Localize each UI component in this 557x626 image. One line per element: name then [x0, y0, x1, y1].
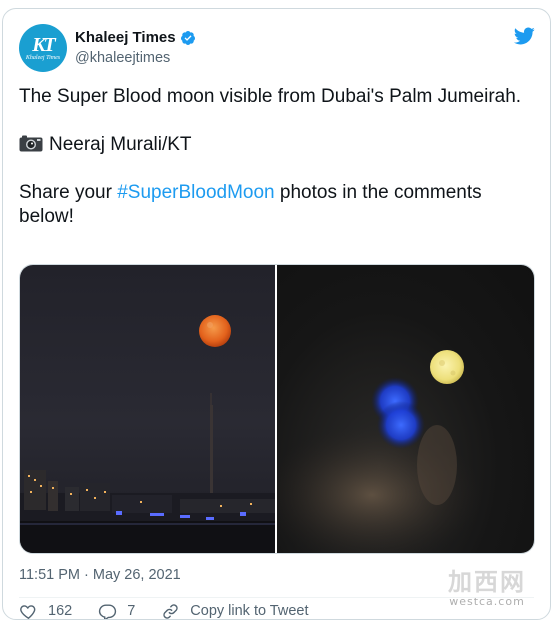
camera-icon [19, 135, 43, 152]
link-icon [163, 603, 178, 619]
twitter-bird-icon[interactable] [512, 25, 536, 47]
avatar[interactable]: KT Khaleej Times [19, 24, 67, 72]
reply-button[interactable]: 7 [98, 602, 136, 619]
tweet-card: KT Khaleej Times Khaleej Times @khaleejt… [2, 8, 551, 620]
like-button[interactable]: 162 [19, 602, 73, 619]
share-prefix: Share your [19, 182, 118, 203]
copy-link-button[interactable]: Copy link to Tweet [161, 602, 309, 619]
tweet-media [19, 264, 535, 554]
tweet-actions: 162 7 Copy link to Tweet [19, 601, 335, 619]
author-names: Khaleej Times @khaleejtimes [75, 28, 196, 68]
share-prompt: Share your #SuperBloodMoon photos in the… [19, 181, 524, 229]
tweet-timestamp[interactable]: 11:51 PM · May 26, 2021 [19, 565, 181, 585]
action-separator [19, 597, 534, 598]
photo-credit: Neeraj Murali/KT [19, 133, 524, 157]
watermark-text: 加西网 [448, 568, 526, 596]
avatar-subtext: Khaleej Times [25, 54, 61, 61]
watermark: 加西网 westca.com [448, 569, 526, 608]
reply-count: 7 [127, 603, 136, 619]
author-display-name[interactable]: Khaleej Times [75, 28, 176, 48]
photo-credit-text: Neeraj Murali/KT [49, 134, 192, 155]
blood-moon-photo[interactable] [20, 265, 275, 553]
reply-bubble-icon [99, 603, 117, 619]
verified-badge-icon [180, 31, 195, 45]
avatar-monogram: KT [32, 33, 56, 56]
hashtag-link[interactable]: #SuperBloodMoon [117, 182, 274, 203]
author-handle[interactable]: @khaleejtimes [75, 48, 196, 68]
tweet-text-line: The Super Blood moon visible from Dubai'… [19, 86, 522, 107]
yellow-moon-photo[interactable] [277, 265, 534, 553]
tweet-header: KT Khaleej Times Khaleej Times @khaleejt… [19, 23, 196, 73]
copy-link-label: Copy link to Tweet [190, 603, 309, 619]
heart-icon [20, 604, 36, 619]
tweet-text: The Super Blood moon visible from Dubai'… [19, 85, 524, 229]
like-count: 162 [48, 603, 73, 619]
